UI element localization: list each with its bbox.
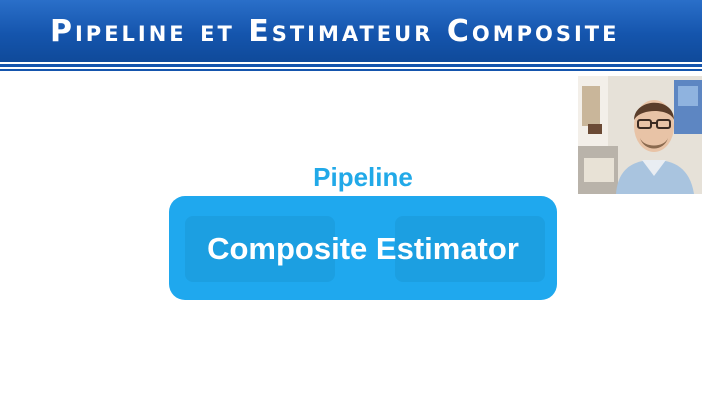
slide-title: Pipeline et Estimateur Composite [50, 14, 620, 49]
slide-title-bar: Pipeline et Estimateur Composite [0, 0, 702, 62]
title-underline [0, 64, 702, 67]
presenter-video-icon [578, 76, 702, 194]
pipeline-box: Composite Estimator [169, 196, 557, 300]
pipeline-label: Pipeline [313, 162, 413, 192]
presenter-webcam [578, 76, 702, 194]
title-underline-thin [0, 69, 702, 71]
composite-estimator-label: Composite Estimator [207, 231, 519, 266]
